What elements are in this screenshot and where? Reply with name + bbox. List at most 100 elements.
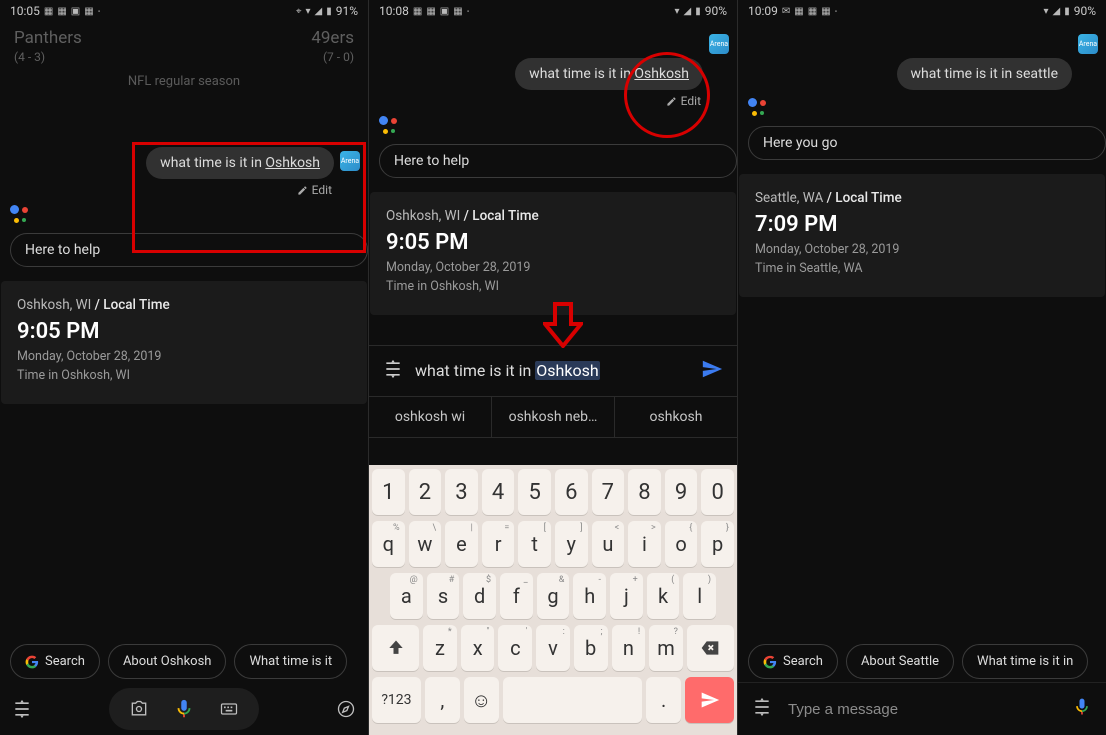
key-s[interactable]: s# <box>427 573 460 619</box>
key-v[interactable]: v: <box>536 625 570 671</box>
key-o[interactable]: o{ <box>665 521 698 567</box>
key-g[interactable]: g& <box>537 573 570 619</box>
status-bar: 10:09 ✉ ▦ ▦ ▦ • ▾ ◢ ▮ 90% <box>738 0 1106 22</box>
local-time-card[interactable]: Seattle, WA / Local Time 7:09 PM Monday,… <box>739 174 1105 297</box>
card-local-label: / Local Time <box>823 190 901 206</box>
user-query-bubble[interactable]: what time is it in seattle <box>897 58 1072 90</box>
battery-icon: ▮ <box>326 6 332 17</box>
suggestions-icon[interactable] <box>12 699 32 719</box>
notif-icon: ▣ <box>71 6 80 17</box>
assistant-logo-icon <box>748 98 766 116</box>
chip-followup[interactable]: What time is it <box>234 644 347 679</box>
mic-icon[interactable] <box>1072 697 1092 721</box>
key-n[interactable]: n! <box>612 625 646 671</box>
key-i[interactable]: i> <box>628 521 661 567</box>
status-time: 10:08 <box>379 4 409 18</box>
key-a[interactable]: a@ <box>390 573 423 619</box>
edit-query-button[interactable]: Edit <box>0 179 368 197</box>
key-0[interactable]: 0 <box>701 469 734 515</box>
key-u[interactable]: u< <box>592 521 625 567</box>
notif-icon: ✉ <box>782 6 790 17</box>
suggestion-item[interactable]: oshkosh <box>615 397 737 437</box>
key-m[interactable]: m? <box>649 625 683 671</box>
suggestion-item[interactable]: oshkosh wi <box>369 397 492 437</box>
key-c[interactable]: c' <box>498 625 532 671</box>
card-time: 9:05 PM <box>386 230 720 255</box>
key-3[interactable]: 3 <box>445 469 478 515</box>
mic-icon[interactable] <box>173 698 195 720</box>
key-b[interactable]: b; <box>574 625 608 671</box>
key-backspace[interactable] <box>687 625 734 671</box>
key-y[interactable]: y] <box>555 521 588 567</box>
key-emoji[interactable]: ☺ <box>464 677 499 723</box>
notif-icon: ▦ <box>821 6 830 17</box>
key-f[interactable]: f_ <box>500 573 533 619</box>
battery-icon: ▮ <box>1064 6 1070 17</box>
key-l[interactable]: l) <box>683 573 716 619</box>
key-4[interactable]: 4 <box>482 469 515 515</box>
pencil-icon <box>297 185 308 196</box>
notif-icon: ▦ <box>426 6 435 17</box>
suggestions-icon[interactable] <box>752 697 772 721</box>
chip-about[interactable]: About Seattle <box>846 644 954 679</box>
key-period[interactable]: . <box>646 677 681 723</box>
signal-icon: ◢ <box>315 6 323 17</box>
local-time-card[interactable]: Oshkosh, WI / Local Time 9:05 PM Monday,… <box>370 192 736 315</box>
send-button[interactable] <box>701 358 723 384</box>
chip-search[interactable]: Search <box>748 644 838 679</box>
sports-score-card[interactable]: Panthers (4 - 3) 49ers (7 - 0) <box>0 22 368 64</box>
wifi-icon: ▾ <box>1043 6 1048 17</box>
chip-search[interactable]: Search <box>10 644 100 679</box>
key-e[interactable]: e| <box>445 521 478 567</box>
wifi-icon: ▾ <box>305 6 310 17</box>
suggestion-item[interactable]: oshkosh neb… <box>492 397 615 437</box>
key-space[interactable] <box>503 677 643 723</box>
key-7[interactable]: 7 <box>592 469 625 515</box>
key-6[interactable]: 6 <box>555 469 588 515</box>
edit-query-button[interactable]: Edit <box>369 90 737 108</box>
key-t[interactable]: t[ <box>518 521 551 567</box>
key-x[interactable]: x" <box>461 625 495 671</box>
chip-followup[interactable]: What time is it in <box>962 644 1088 679</box>
key-d[interactable]: d$ <box>463 573 496 619</box>
user-query-bubble[interactable]: what time is it in Oshkosh <box>146 147 334 179</box>
key-symbols[interactable]: ?123 <box>372 677 421 723</box>
suggestion-chips: Search About Seattle What time is it in <box>738 644 1106 679</box>
keyboard: 1234567890 q%w\e|r=t[y]u<i>o{p} a@s#d$f_… <box>369 465 737 735</box>
phone-screenshot-3: 10:09 ✉ ▦ ▦ ▦ • ▾ ◢ ▮ 90% what time is i… <box>738 0 1106 735</box>
key-enter[interactable] <box>685 677 734 723</box>
key-shift[interactable] <box>372 625 419 671</box>
status-battery: 91% <box>336 4 358 18</box>
key-1[interactable]: 1 <box>372 469 405 515</box>
key-comma[interactable]: , <box>425 677 460 723</box>
key-r[interactable]: r= <box>482 521 515 567</box>
lens-icon[interactable] <box>129 699 149 719</box>
key-5[interactable]: 5 <box>518 469 551 515</box>
explore-icon[interactable] <box>336 699 356 719</box>
bottom-bar <box>0 683 368 735</box>
user-query-bubble[interactable]: what time is it in Oshkosh <box>515 58 703 90</box>
key-2[interactable]: 2 <box>409 469 442 515</box>
keyboard-icon[interactable] <box>219 699 239 719</box>
assistant-reply-bubble: Here you go <box>748 126 1106 160</box>
key-j[interactable]: j+ <box>610 573 643 619</box>
input-pill <box>109 688 259 730</box>
key-8[interactable]: 8 <box>628 469 661 515</box>
key-q[interactable]: q% <box>372 521 405 567</box>
card-tz: Time in Oshkosh, WI <box>386 278 720 297</box>
query-place: Oshkosh <box>634 66 689 82</box>
key-w[interactable]: w\ <box>409 521 442 567</box>
status-battery: 90% <box>705 4 727 18</box>
key-p[interactable]: p} <box>701 521 734 567</box>
key-h[interactable]: h- <box>573 573 606 619</box>
key-9[interactable]: 9 <box>665 469 698 515</box>
message-input[interactable] <box>786 700 1058 719</box>
edit-input[interactable]: what time is it in Oshkosh <box>415 361 689 380</box>
suggestions-icon[interactable] <box>383 359 403 383</box>
chip-about[interactable]: About Oshkosh <box>108 644 227 679</box>
key-k[interactable]: k( <box>647 573 680 619</box>
status-battery: 90% <box>1074 4 1096 18</box>
battery-icon: ▮ <box>695 6 701 17</box>
local-time-card[interactable]: Oshkosh, WI / Local Time 9:05 PM Monday,… <box>1 281 367 404</box>
key-z[interactable]: z* <box>423 625 457 671</box>
